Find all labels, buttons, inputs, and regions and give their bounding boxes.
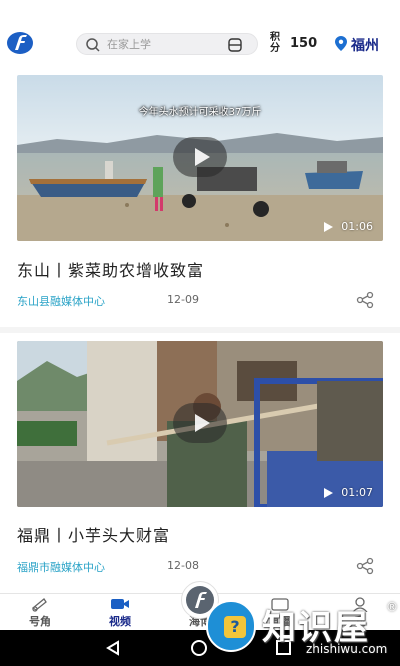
video-camera-icon (111, 599, 129, 609)
share-icon[interactable] (356, 291, 374, 309)
app-logo-icon[interactable] (6, 31, 34, 55)
card-divider (0, 327, 400, 333)
video-thumbnail[interactable]: 01:07 (17, 341, 383, 507)
back-icon[interactable] (105, 640, 121, 656)
city-selector[interactable]: 福州 (351, 35, 379, 55)
search-bar[interactable]: 在家上学 (76, 33, 258, 55)
tab-video[interactable]: 视频 (90, 594, 150, 631)
location-pin-icon (335, 36, 347, 51)
tab-haojiao[interactable]: 号角 (10, 594, 70, 631)
watermark-badge-icon: ? (206, 600, 256, 652)
scan-icon[interactable] (227, 37, 243, 53)
news-title[interactable]: 福鼎丨小芋头大财富 (17, 522, 170, 546)
play-button[interactable] (173, 137, 227, 177)
news-title[interactable]: 东山丨紫菜助农增收致富 (17, 257, 204, 281)
video-thumbnail[interactable]: 今年头水预计可采收37万斤 01:06 (17, 75, 383, 241)
search-icon (86, 38, 100, 52)
points-label: 积分 (270, 32, 280, 54)
search-placeholder: 在家上学 (107, 38, 151, 51)
question-icon: ? (224, 616, 246, 638)
tab-label: 号角 (29, 615, 51, 628)
registered-mark: ® (386, 600, 398, 614)
tab-label: 视频 (109, 615, 131, 628)
points-value[interactable]: 150 (290, 36, 317, 51)
duration-text: 01:06 (341, 220, 373, 233)
duration-text: 01:07 (341, 486, 373, 499)
news-source[interactable]: 福鼎市融媒体中心 (17, 559, 105, 575)
play-small-icon (324, 221, 334, 232)
watermark-url: zhishiwu.com (306, 642, 388, 656)
play-small-icon (324, 487, 334, 498)
trumpet-icon (31, 598, 47, 612)
share-icon[interactable] (356, 557, 374, 575)
top-bar: 在家上学 积分 150 福州 (0, 0, 400, 62)
video-duration: 01:07 (324, 486, 373, 499)
news-date: 12-08 (167, 559, 199, 572)
play-button[interactable] (173, 403, 227, 443)
video-duration: 01:06 (324, 220, 373, 233)
news-source[interactable]: 东山县融媒体中心 (17, 293, 105, 309)
news-date: 12-09 (167, 293, 199, 306)
video-caption: 今年头水预计可采收37万斤 (138, 107, 262, 118)
watermark: ? 知识屋 ® zhishiwu.com (202, 598, 400, 662)
